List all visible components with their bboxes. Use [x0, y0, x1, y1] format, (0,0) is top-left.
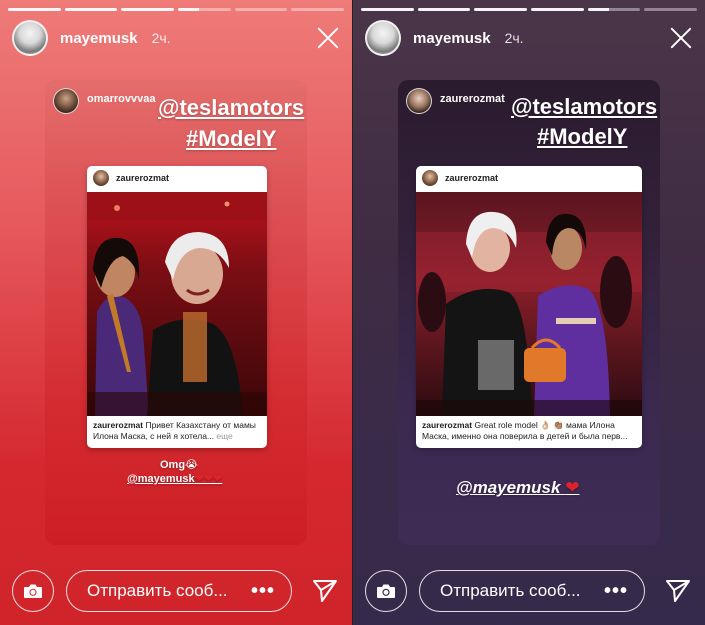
- mention-sticker-bottom[interactable]: @mayemusk ❤: [456, 478, 579, 498]
- close-icon[interactable]: [316, 26, 340, 50]
- progress-segment: [121, 8, 175, 11]
- message-input[interactable]: Отправить сооб... •••: [419, 570, 645, 612]
- comment-text: Omg😭: [160, 459, 198, 471]
- progress-segment-current: [178, 8, 231, 11]
- post-header: zaurerozmat: [87, 166, 267, 190]
- camera-button[interactable]: [12, 570, 54, 612]
- heart-icon: ❤: [565, 478, 580, 497]
- post-author-avatar[interactable]: [93, 170, 109, 186]
- more-options-icon[interactable]: •••: [251, 580, 275, 603]
- camera-icon: [24, 584, 42, 598]
- user-avatar[interactable]: [12, 20, 48, 56]
- reposter-name[interactable]: zaurerozmat: [440, 93, 505, 105]
- heart-icons: ❤❤❤: [194, 473, 223, 485]
- caption-more-link[interactable]: еще: [216, 431, 232, 441]
- user-avatar[interactable]: [365, 20, 401, 56]
- reply-bar: Отправить сооб... •••: [365, 569, 693, 613]
- story-header: mayemusk 2ч.: [12, 20, 340, 56]
- more-options-icon[interactable]: •••: [604, 580, 628, 603]
- story-header: mayemusk 2ч.: [365, 20, 693, 56]
- reshared-story-card[interactable]: omarrovvvaa @teslamotors #ModelY zaurero…: [45, 80, 307, 545]
- post-photo[interactable]: [87, 192, 267, 416]
- message-input-placeholder: Отправить сооб...: [440, 581, 581, 600]
- post-preview[interactable]: zaurerozmat: [416, 166, 642, 448]
- post-preview[interactable]: zaurerozmat: [87, 166, 267, 448]
- caption-username[interactable]: zaurerozmat: [422, 420, 472, 430]
- send-button[interactable]: [663, 576, 693, 606]
- progress-segment: [8, 8, 61, 11]
- time-ago: 2ч.: [504, 30, 524, 46]
- story-panel-right[interactable]: mayemusk 2ч. zaurerozmat @teslamotors #M…: [353, 0, 705, 625]
- post-header: zaurerozmat: [416, 166, 642, 190]
- reply-bar: Отправить сооб... •••: [12, 569, 340, 613]
- hashtag-sticker[interactable]: #ModelY: [186, 126, 276, 152]
- progress-segment: [361, 8, 414, 11]
- reshared-story-card[interactable]: zaurerozmat @teslamotors #ModelY zaurero…: [398, 80, 660, 545]
- progress-segment: [417, 8, 471, 11]
- send-icon: [666, 580, 690, 602]
- post-photo-image: [416, 192, 642, 416]
- post-caption[interactable]: zaurerozmat Привет Казахстану от мамы Ил…: [93, 420, 261, 442]
- message-input[interactable]: Отправить сооб... •••: [66, 570, 292, 612]
- progress-segment: [644, 8, 698, 11]
- send-icon: [313, 580, 337, 602]
- message-input-placeholder: Отправить сооб...: [87, 581, 228, 600]
- progress-segment: [531, 8, 584, 11]
- camera-button[interactable]: [365, 570, 407, 612]
- mention-text[interactable]: @mayemusk: [127, 473, 195, 485]
- username[interactable]: mayemusk: [413, 30, 491, 47]
- mention-sticker[interactable]: @teslamotors: [158, 95, 304, 121]
- mention-text[interactable]: @mayemusk: [456, 478, 560, 497]
- post-photo[interactable]: [416, 192, 642, 416]
- username[interactable]: mayemusk: [60, 30, 138, 47]
- progress-segment-current: [587, 8, 641, 11]
- camera-icon: [377, 584, 395, 598]
- reposter[interactable]: zaurerozmat: [406, 88, 505, 114]
- progress-segment: [234, 8, 288, 11]
- send-button[interactable]: [310, 576, 340, 606]
- progress-segment: [64, 8, 118, 11]
- time-ago: 2ч.: [151, 30, 171, 46]
- mention-sticker[interactable]: @teslamotors: [511, 94, 657, 120]
- story-progress-bar: [8, 8, 345, 11]
- progress-segment: [474, 8, 528, 11]
- post-caption[interactable]: zaurerozmat Great role model 👌🏼 👏🏽 мама …: [422, 420, 636, 442]
- reposter-avatar[interactable]: [53, 88, 79, 114]
- post-author-name[interactable]: zaurerozmat: [116, 173, 169, 183]
- progress-segment: [291, 8, 345, 11]
- reposter[interactable]: omarrovvvaa: [53, 88, 156, 114]
- post-author-name[interactable]: zaurerozmat: [445, 173, 498, 183]
- caption-username[interactable]: zaurerozmat: [93, 420, 143, 430]
- reposter-name[interactable]: omarrovvvaa: [87, 93, 156, 105]
- post-photo-image: [87, 192, 267, 416]
- post-author-avatar[interactable]: [422, 170, 438, 186]
- reposter-avatar[interactable]: [406, 88, 432, 114]
- story-progress-bar: [361, 8, 698, 11]
- close-icon[interactable]: [669, 26, 693, 50]
- hashtag-sticker[interactable]: #ModelY: [537, 124, 627, 150]
- mention-sticker-bottom[interactable]: @mayemusk❤❤❤: [127, 472, 222, 485]
- story-panel-left[interactable]: mayemusk 2ч. omarrovvvaa @teslamotors #M…: [0, 0, 352, 625]
